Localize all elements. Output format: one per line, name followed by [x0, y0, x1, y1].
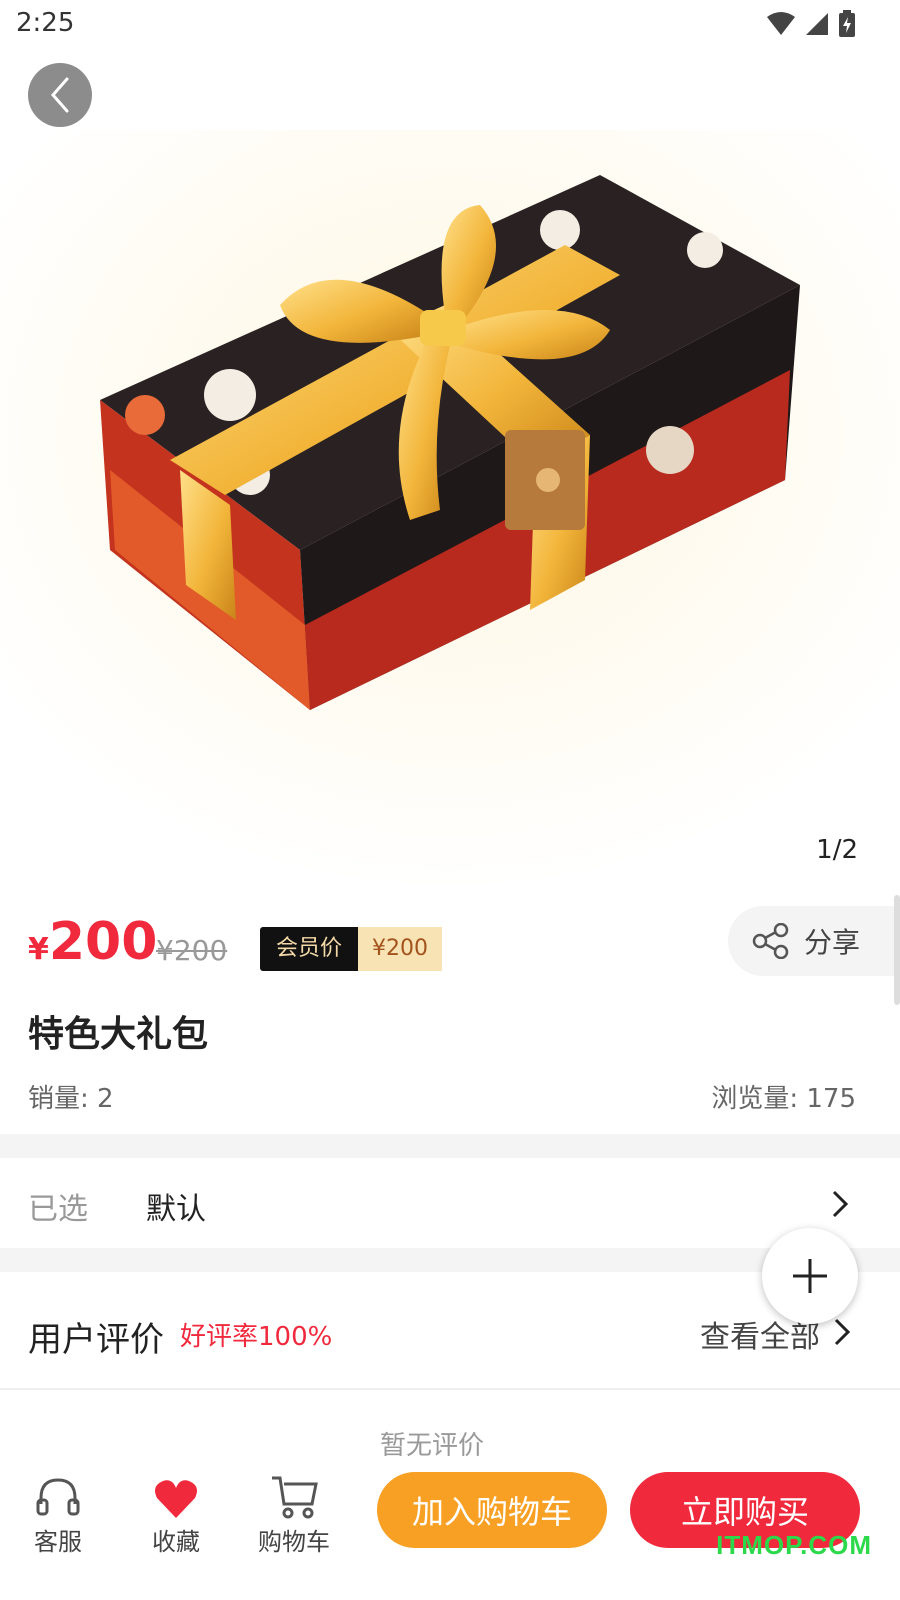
price-amount: 200 [48, 912, 158, 972]
watermark: ITMOP.COM [716, 1530, 872, 1560]
favorite-label: 收藏 [152, 1528, 200, 1556]
share-label: 分享 [804, 926, 861, 959]
current-price: ¥200 [28, 912, 157, 972]
member-price-badge: 会员价 ¥200 [260, 927, 443, 971]
share-icon [752, 923, 789, 959]
favorite-tab[interactable]: 收藏 [126, 1470, 226, 1557]
customer-service-tab[interactable]: 客服 [8, 1470, 108, 1557]
headset-icon [36, 1478, 80, 1516]
heart-icon [155, 1480, 197, 1518]
chevron-left-icon [51, 77, 69, 113]
chevron-right-icon [832, 1190, 849, 1218]
spec-key: 已选 [28, 1192, 88, 1227]
battery-icon [839, 10, 855, 37]
section-divider [0, 1134, 900, 1158]
sales-count: 销量: 2 [28, 1084, 114, 1114]
cart-label: 购物车 [258, 1528, 330, 1556]
status-icons [766, 10, 856, 38]
customer-service-label: 客服 [34, 1528, 82, 1556]
status-time: 2:25 [16, 8, 75, 38]
cart-icon [272, 1476, 318, 1519]
plus-icon [793, 1259, 827, 1293]
member-price-label: 会员价 [260, 927, 359, 971]
chevron-right-icon [834, 1318, 851, 1346]
member-price-value: ¥200 [358, 927, 443, 971]
bottom-action-bar: 客服 收藏 购物车 加入购物车 立即购买 [0, 1456, 900, 1600]
cart-tab[interactable]: 购物车 [244, 1470, 344, 1557]
view-count: 浏览量: 175 [711, 1084, 856, 1114]
original-price: ¥200 [156, 934, 228, 967]
currency-symbol: ¥ [28, 932, 49, 967]
spec-selector[interactable]: 已选 默认 [0, 1158, 900, 1248]
product-image[interactable] [0, 130, 900, 890]
wifi-icon [767, 12, 795, 35]
status-bar: 2:25 [0, 0, 900, 50]
share-button[interactable]: 分享 [728, 906, 900, 976]
positive-rate: 好评率100% [180, 1322, 333, 1352]
spec-value: 默认 [146, 1192, 206, 1227]
back-button[interactable] [28, 63, 92, 127]
review-title: 用户评价 [28, 1320, 164, 1360]
floating-add-button[interactable] [762, 1228, 858, 1324]
product-title: 特色大礼包 [28, 1014, 209, 1055]
scrollbar[interactable] [894, 895, 900, 1005]
gallery-pager: 1/2 [816, 835, 858, 865]
review-divider [0, 1388, 900, 1390]
add-to-cart-button[interactable]: 加入购物车 [377, 1472, 607, 1548]
signal-icon [806, 13, 828, 35]
